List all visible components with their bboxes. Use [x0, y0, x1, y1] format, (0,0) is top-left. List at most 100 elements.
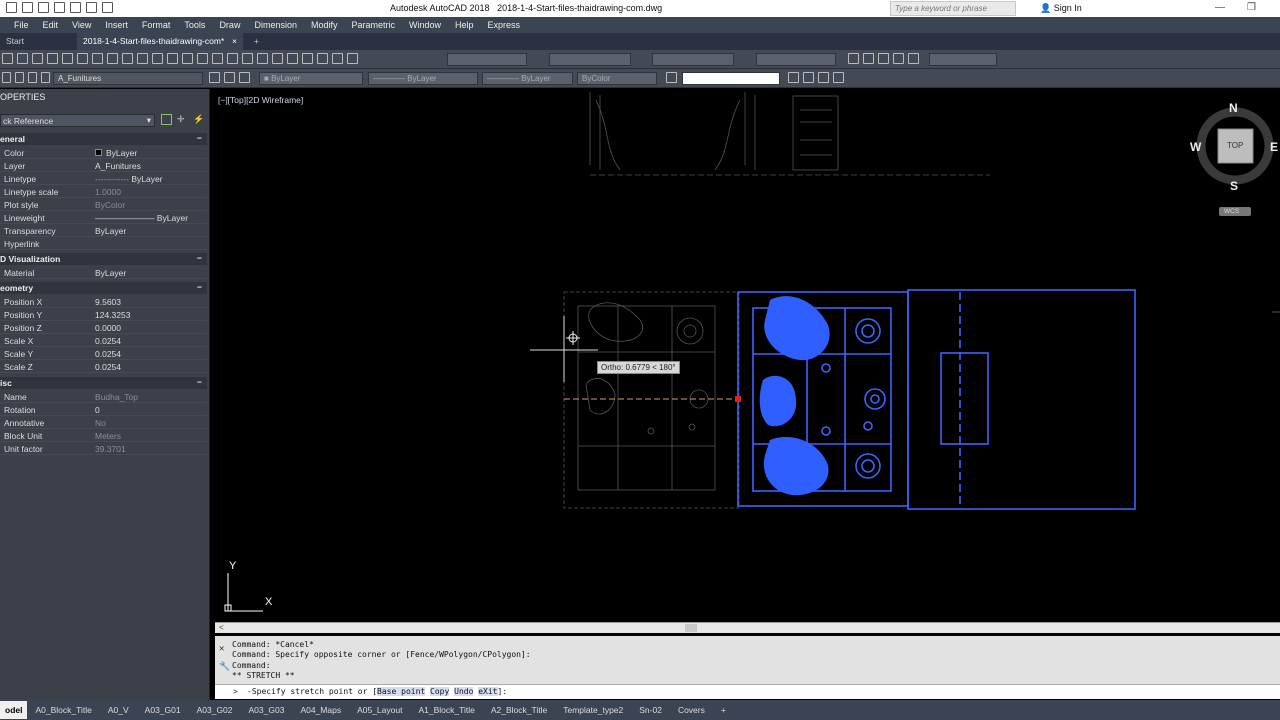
toggle-pickadd-icon[interactable] — [161, 114, 172, 125]
print-icon[interactable] — [47, 53, 58, 64]
prop-row-lineweight[interactable]: Lineweight ——————— ByLayer — [0, 211, 207, 224]
layer-tools[interactable] — [207, 69, 252, 83]
prop-row-name[interactable]: Name Budha_Top — [0, 390, 207, 403]
collapse-icon[interactable]: − — [197, 133, 202, 143]
viewport-controls-label[interactable]: [−][Top][2D Wireframe] — [218, 95, 303, 105]
prop-row-position-z[interactable]: Position Z 0.0000 — [0, 321, 207, 334]
lock-icon[interactable] — [28, 72, 37, 83]
section-3d-visualization[interactable]: D Visualization − — [0, 253, 207, 265]
search-input[interactable]: Type a keyword or phrase — [890, 1, 1016, 16]
cut-icon[interactable] — [92, 53, 103, 64]
add-layout-button[interactable]: + — [713, 705, 734, 715]
tab-model[interactable]: odel — [0, 701, 28, 719]
close-tab-icon[interactable]: × — [232, 36, 237, 46]
menu-format[interactable]: Format — [142, 20, 171, 30]
layer-match-icon[interactable] — [818, 72, 829, 83]
open-icon[interactable] — [22, 2, 33, 13]
prop-row-annotative[interactable]: Annotative No — [0, 416, 207, 429]
compass-south[interactable]: S — [1230, 179, 1238, 193]
horizontal-scrollbar[interactable]: < — [215, 622, 1280, 633]
sheet-icon[interactable] — [908, 53, 919, 64]
layer-unisolate-icon[interactable] — [803, 72, 814, 83]
layout-icon[interactable] — [878, 53, 889, 64]
menu-help[interactable]: Help — [455, 20, 474, 30]
tab-a05-layout[interactable]: A05_Layout — [349, 705, 410, 715]
pan-icon[interactable] — [182, 53, 193, 64]
tab-start[interactable]: Start — [0, 33, 30, 50]
calculator-icon[interactable] — [317, 53, 328, 64]
sun-icon[interactable] — [15, 72, 24, 83]
preview-icon[interactable] — [62, 53, 73, 64]
viewport-icon[interactable] — [863, 53, 874, 64]
table-style-dropdown[interactable] — [652, 53, 734, 66]
tab-a03-g02[interactable]: A03_G02 — [189, 705, 241, 715]
tab-a03-g01[interactable]: A03_G01 — [137, 705, 189, 715]
collapse-icon[interactable]: − — [197, 282, 202, 292]
layer-extra-tools[interactable] — [786, 69, 846, 83]
section-general[interactable]: eneral − — [0, 133, 207, 145]
option-copy[interactable]: Copy — [430, 687, 450, 696]
scroll-thumb[interactable] — [685, 624, 697, 632]
tab-a0-v[interactable]: A0_V — [100, 705, 137, 715]
tab-a2-block-title[interactable]: A2_Block_Title — [483, 705, 555, 715]
wcs-label[interactable]: WCS — [1224, 208, 1239, 215]
collapse-icon[interactable]: − — [197, 377, 202, 387]
make-current-icon[interactable] — [209, 72, 220, 83]
markup-icon[interactable] — [302, 53, 313, 64]
menu-file[interactable]: File — [14, 20, 29, 30]
prop-row-position-y[interactable]: Position Y 124.3253 — [0, 308, 207, 321]
text-style-dropdown[interactable] — [447, 53, 527, 66]
dim-style-dropdown[interactable] — [549, 53, 631, 66]
close-icon[interactable]: ✕ — [219, 644, 224, 654]
prop-row-plot-style[interactable]: Plot style ByColor — [0, 198, 207, 211]
option-undo[interactable]: Undo — [454, 687, 474, 696]
prop-row-material[interactable]: Material ByLayer — [0, 266, 207, 279]
plot-icon[interactable] — [893, 53, 904, 64]
drawing-canvas[interactable]: N S E W TOP WCS Y X — [215, 89, 1280, 622]
qnew-icon[interactable] — [17, 53, 28, 64]
redo-icon[interactable] — [167, 53, 178, 64]
quick-select-icon[interactable]: ⚡ — [193, 114, 204, 125]
zoom-icon[interactable] — [197, 53, 208, 64]
new-icon[interactable] — [2, 53, 13, 64]
select-objects-icon[interactable]: ✛ — [177, 114, 188, 125]
color-dropdown[interactable]: ■ ByLayer — [259, 72, 363, 85]
option-exit[interactable]: eXit — [478, 687, 498, 696]
maximize-icon[interactable]: ❐ — [1247, 2, 1256, 13]
tab-drawing[interactable]: 2018-1-4-Start-files-thaidrawing-com* × — [77, 33, 243, 50]
prop-row-layer[interactable]: Layer A_Funitures — [0, 159, 207, 172]
tool-palette-icon[interactable] — [272, 53, 283, 64]
save-as-icon[interactable] — [54, 2, 65, 13]
save-icon[interactable] — [38, 2, 49, 13]
collapse-icon[interactable]: − — [197, 253, 202, 263]
prop-row-linetype-scale[interactable]: Linetype scale 1.0000 — [0, 185, 207, 198]
match-icon[interactable] — [137, 53, 148, 64]
workspace-tools[interactable] — [846, 50, 921, 64]
design-center-icon[interactable] — [257, 53, 268, 64]
menu-insert[interactable]: Insert — [105, 20, 128, 30]
zoom-window-icon[interactable] — [212, 53, 223, 64]
tab-a04-maps[interactable]: A04_Maps — [292, 705, 349, 715]
compass-north[interactable]: N — [1229, 101, 1238, 115]
prop-row-scale-z[interactable]: Scale Z 0.0254 — [0, 360, 207, 373]
selection-dropdown[interactable]: ck Reference ▾ — [0, 114, 155, 127]
viewcube-top-label[interactable]: TOP — [1227, 141, 1243, 150]
prop-row-position-x[interactable]: Position X 9.5603 — [0, 295, 207, 308]
workspace-icon[interactable] — [848, 53, 859, 64]
publish-icon[interactable] — [77, 53, 88, 64]
copy-icon[interactable] — [107, 53, 118, 64]
prop-row-scale-x[interactable]: Scale X 0.0254 — [0, 334, 207, 347]
workspace-dropdown[interactable] — [929, 53, 997, 66]
properties-icon[interactable] — [242, 53, 253, 64]
linetype-dropdown[interactable]: ———— ByLayer — [368, 72, 478, 85]
prop-row-rotation[interactable]: Rotation 0 — [0, 403, 207, 416]
sheet-set-icon[interactable] — [287, 53, 298, 64]
redo-icon[interactable] — [102, 2, 113, 13]
layer-states-icon[interactable] — [239, 72, 250, 83]
standard-tools[interactable] — [0, 50, 360, 64]
quick-access-toolbar[interactable] — [6, 2, 113, 13]
undo-icon[interactable] — [152, 53, 163, 64]
layer-previous-icon[interactable] — [224, 72, 235, 83]
scroll-left-icon[interactable]: < — [219, 623, 224, 632]
layer-state-icons[interactable] — [0, 69, 52, 83]
